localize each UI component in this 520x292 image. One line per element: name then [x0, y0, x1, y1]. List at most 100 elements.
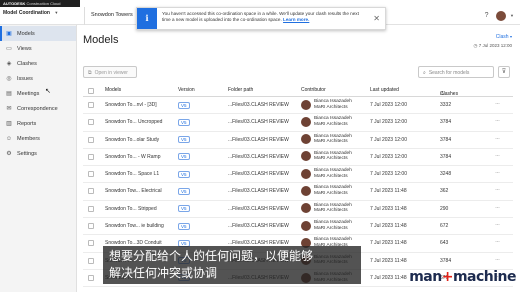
sidebar-item-clashes[interactable]: ◈ Clashes [0, 56, 76, 71]
header-models[interactable]: Models [105, 87, 121, 93]
more-options-icon[interactable]: ··· [495, 136, 500, 142]
contributor-org: MaRI Architects [314, 104, 348, 110]
version-badge[interactable]: V5 [178, 136, 190, 144]
version-badge[interactable]: V5 [178, 222, 190, 230]
search-icon: ⌕ [423, 70, 426, 76]
watermark-logo: man+machine [409, 269, 516, 285]
version-badge[interactable]: V5 [178, 118, 190, 126]
open-in-viewer-button[interactable]: ⧉ Open in viewer [83, 66, 137, 78]
row-checkbox[interactable] [88, 119, 94, 126]
contributor: Bianca IssazadehMaRI Architects [301, 185, 352, 197]
viewer-icon: ⧉ [88, 70, 92, 76]
sidebar-item-label: Settings [17, 150, 37, 157]
help-icon[interactable]: ? [481, 10, 492, 21]
brand-strip: AUTODESK Construction Cloud [0, 0, 80, 7]
contributor: Bianca IssazadehMaRI Architects [301, 116, 352, 127]
notification-toast: i You haven't accessed this co-ordinatio… [136, 7, 386, 30]
row-checkbox[interactable] [88, 205, 94, 212]
clock-icon: ◷ [473, 43, 478, 48]
version-badge[interactable]: V5 [178, 153, 190, 161]
filter-button[interactable]: ⊽ [498, 66, 510, 78]
contributor: Bianca IssazadehMaRI Architects [301, 134, 352, 145]
members-icon: ☺ [5, 135, 13, 142]
header-contributor[interactable]: Contributor [301, 87, 326, 93]
issues-icon: ◎ [6, 75, 12, 82]
more-options-icon[interactable]: ··· [495, 187, 500, 193]
sidebar-item-issues[interactable]: ◎ Issues [0, 71, 76, 86]
contributor-name: Bianca Issazadeh [314, 116, 352, 122]
model-name[interactable]: Snowdon Tow... Electrical [105, 188, 162, 194]
more-options-icon[interactable]: ··· [495, 257, 500, 263]
model-name[interactable]: Snowdon To... Stripped [105, 206, 157, 212]
sidebar-item-meetings[interactable]: ▤ Meetings [0, 86, 76, 101]
version-badge[interactable]: V5 [178, 101, 190, 109]
last-updated: 7 Jul 2023 12:00 [370, 119, 407, 126]
sidebar-item-members[interactable]: ☺ Members [0, 131, 76, 146]
header-folder-path[interactable]: Folder path [228, 87, 253, 93]
row-checkbox[interactable] [88, 240, 94, 247]
avatar[interactable] [496, 10, 507, 21]
table-row[interactable]: Snowdon To...olar Study V5 ...Files/03.CLA… [83, 132, 513, 149]
select-all-checkbox[interactable] [88, 88, 94, 94]
version-badge[interactable]: V5 [178, 170, 190, 178]
sidebar-item-label: Clashes [17, 60, 37, 67]
model-name[interactable]: Snowdon To... Uncropped [105, 119, 162, 125]
sidebar-item-settings[interactable]: ⚙ Settings [0, 146, 76, 161]
row-checkbox[interactable] [88, 274, 94, 281]
more-options-icon[interactable]: ··· [495, 170, 500, 176]
clash-count: 643 [440, 240, 449, 247]
more-options-icon[interactable]: ··· [495, 239, 500, 245]
row-checkbox[interactable] [88, 136, 94, 143]
model-name[interactable]: Snowdon To... - W Ramp [105, 154, 161, 160]
clash-count: 3784 [440, 119, 452, 126]
version-badge[interactable]: V5 [178, 205, 190, 213]
model-name[interactable]: Snowdon To...olar Study [105, 137, 159, 143]
avatar [301, 168, 311, 179]
search-placeholder: Search for models [428, 70, 470, 76]
row-checkbox[interactable] [88, 171, 94, 178]
table-row[interactable]: Snowdon To...nvl - [3D] V5 ...Files/03.CLA… [83, 97, 513, 115]
table-row[interactable]: Snowdon Tow... ie building V5 ...Files/03.… [83, 218, 513, 236]
clash-dropdown[interactable]: Clash ▾ [496, 34, 512, 40]
more-options-icon[interactable]: ··· [495, 153, 500, 159]
row-checkbox[interactable] [88, 223, 94, 230]
clash-icon: ◈ [6, 60, 12, 67]
row-checkbox[interactable] [88, 102, 94, 108]
row-checkbox[interactable] [88, 188, 94, 195]
last-updated: 7 Jul 2023 12:00 [370, 153, 407, 160]
model-name[interactable]: Snowdon Tow... ie building [105, 223, 164, 229]
app-switcher[interactable]: Model Coordination ▼ [3, 10, 58, 16]
sidebar-item-views[interactable]: ▭ Views [0, 41, 76, 56]
table-row[interactable]: Snowdon To... Uncropped V5 ...Files/03.CLA… [83, 114, 513, 132]
clash-count: 672 [440, 223, 449, 230]
sidebar: ▣ Models ▭ Views ◈ Clashes ◎ Issues ▤ Meetings ✉ Co… [0, 25, 77, 292]
sidebar-item-correspondence[interactable]: ✉ Correspondence [0, 101, 76, 116]
table-row[interactable]: Snowdon To... - W Ramp V5 ...Files/03.CLAS… [83, 149, 513, 167]
more-options-icon[interactable]: ··· [495, 118, 500, 124]
table-row[interactable]: Snowdon To... Space L1 V5 ...Files/03.CLAS… [83, 166, 513, 184]
model-name[interactable]: Snowdon To...nvl - [3D] [105, 102, 157, 108]
version-badge[interactable]: V5 [178, 187, 190, 195]
model-name[interactable]: Snowdon To... Space L1 [105, 171, 159, 177]
chevron-down-icon[interactable]: ▼ [510, 13, 514, 18]
row-checkbox[interactable] [88, 257, 94, 264]
table-row[interactable]: Snowdon To... Stripped V5 ...Files/03.CLAS… [83, 201, 513, 219]
search-input[interactable]: ⌕ Search for models [418, 66, 494, 78]
header-version[interactable]: Version [178, 87, 195, 93]
more-options-icon[interactable]: ··· [495, 101, 500, 107]
contributor-org: MaRI Architects [314, 225, 348, 231]
last-updated: 7 Jul 2023 11:48 [370, 257, 407, 264]
subtitle-line-2: 解决任何冲突或协调 [109, 266, 218, 280]
table-row[interactable]: Snowdon Tow... Electrical V5 ...Files/03.C… [83, 183, 513, 201]
header-last-updated[interactable]: Last updated [370, 87, 399, 93]
learn-more-link[interactable]: Learn more. [283, 17, 309, 22]
sidebar-item-models[interactable]: ▣ Models [0, 26, 76, 41]
close-icon[interactable]: ✕ [373, 14, 380, 23]
avatar [301, 99, 311, 110]
row-checkbox[interactable] [88, 153, 94, 160]
avatar [301, 203, 311, 214]
more-options-icon[interactable]: ··· [495, 222, 500, 228]
sidebar-item-reports[interactable]: ▥ Reports [0, 116, 76, 131]
more-options-icon[interactable]: ··· [495, 205, 500, 211]
sidebar-item-label: Correspondence [17, 105, 58, 112]
